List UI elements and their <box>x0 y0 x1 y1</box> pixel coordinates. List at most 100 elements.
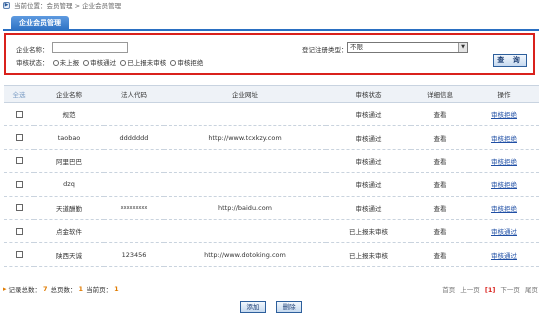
company-name-cell: 规范 <box>34 102 104 127</box>
legal-code-cell <box>104 219 164 244</box>
radio-label-reported-unreviewed: 已上报未审核 <box>127 59 167 67</box>
view-detail-link[interactable]: 查看 <box>411 242 469 267</box>
tab-enterprise-members[interactable]: 企业会员管理 <box>11 16 69 31</box>
query-button[interactable]: 查 询 <box>493 54 527 67</box>
current-page-label: 当前页： <box>86 286 113 294</box>
breadcrumb: ▶ 当前位置：会员管理 > 企业会员管理 <box>0 0 542 10</box>
table-row: 陕西天诚 123456 http://www.dotoking.com 已上报未… <box>4 242 539 267</box>
status-cell: 已上报未审核 <box>326 219 411 244</box>
row-checkbox[interactable] <box>15 110 23 118</box>
column-header-company-name: 企业名称 <box>34 85 104 103</box>
current-page-indicator: [1] <box>484 286 496 294</box>
action-link[interactable]: 审核拒绝 <box>491 135 517 143</box>
action-link[interactable]: 审核拒绝 <box>491 181 517 189</box>
column-header-legal-code: 法人代码 <box>104 85 164 103</box>
website-cell <box>164 172 326 197</box>
table-row: 天道酬勤 xxxxxxxxx http://baidu.com 审核通过 查看 … <box>4 196 539 220</box>
status-cell: 审核通过 <box>326 102 411 127</box>
radio-reported-unreviewed[interactable] <box>120 60 127 66</box>
view-detail-link[interactable]: 查看 <box>411 149 469 174</box>
company-name-cell: 陕西天诚 <box>34 242 104 267</box>
company-name-cell: taobao <box>34 125 104 150</box>
legal-code-cell: 123456 <box>104 242 164 267</box>
arrow-right-icon: ▶ <box>3 1 10 9</box>
view-detail-link[interactable]: 查看 <box>411 219 469 244</box>
row-checkbox[interactable] <box>15 180 23 188</box>
row-checkbox[interactable] <box>15 251 23 259</box>
triangle-right-icon: ▸ <box>3 285 7 293</box>
view-detail-link[interactable]: 查看 <box>411 125 469 150</box>
select-all-header[interactable]: 全选 <box>4 85 34 103</box>
last-page-link[interactable]: 尾页 <box>525 286 538 294</box>
search-panel: 企业名称： 登记注册类型： 不限 ▼ 审核状态： 未上报 审核通过 已上报未审核… <box>4 33 535 75</box>
radio-approved[interactable] <box>83 60 90 66</box>
status-cell: 审核通过 <box>326 172 411 197</box>
status-filter: 审核状态： 未上报 审核通过 已上报未审核 审核拒绝 <box>16 57 203 67</box>
current-page-number: 1 <box>114 285 119 293</box>
total-label: 记录总数： <box>8 286 42 294</box>
chevron-down-icon: ▼ <box>458 43 467 52</box>
tab-bar: 企业会员管理 <box>3 14 539 31</box>
pages-count: 1 <box>78 285 84 293</box>
action-button-bar: 添加 删除 <box>0 301 542 313</box>
delete-button[interactable]: 删除 <box>276 301 303 313</box>
view-detail-link[interactable]: 查看 <box>411 196 469 220</box>
table-row: taobao ddddddd http://www.tcxkzy.com 审核通… <box>4 125 539 150</box>
company-name-cell: 阿里巴巴 <box>34 149 104 174</box>
view-detail-link[interactable]: 查看 <box>411 102 469 127</box>
legal-code-cell: ddddddd <box>104 125 164 150</box>
radio-label-approved: 审核通过 <box>90 59 117 67</box>
legal-code-cell: xxxxxxxxx <box>104 196 164 220</box>
total-count: 7 <box>43 285 48 293</box>
status-cell: 已上报未审核 <box>326 242 411 267</box>
row-checkbox[interactable] <box>15 204 23 212</box>
prev-page-link[interactable]: 上一页 <box>460 286 480 294</box>
website-cell <box>164 149 326 174</box>
first-page-link[interactable]: 首页 <box>442 286 455 294</box>
company-name-cell: 点金软件 <box>34 219 104 244</box>
company-name-cell: 天道酬勤 <box>34 196 104 220</box>
row-checkbox[interactable] <box>15 227 23 235</box>
status-cell: 审核通过 <box>326 196 411 220</box>
next-page-link[interactable]: 下一页 <box>500 286 520 294</box>
pages-label: 总页数： <box>50 286 77 294</box>
radio-label-not-reported: 未上报 <box>59 59 80 67</box>
column-header-action: 操作 <box>469 85 539 103</box>
action-link[interactable]: 审核通过 <box>491 228 517 236</box>
company-name-input[interactable] <box>52 42 128 53</box>
legal-code-cell <box>104 102 164 127</box>
record-summary: ▸ 记录总数： 7 总页数： 1 当前页： 1 <box>3 284 122 294</box>
table-row: dzq 审核通过 查看 审核拒绝 <box>4 172 539 197</box>
company-name-label: 企业名称： <box>16 46 49 54</box>
legal-code-cell <box>104 149 164 174</box>
action-link[interactable]: 审核拒绝 <box>491 158 517 166</box>
row-checkbox[interactable] <box>15 157 23 165</box>
website-cell: http://www.tcxkzy.com <box>164 125 326 150</box>
company-name-cell: dzq <box>34 172 104 197</box>
column-header-detail: 详细信息 <box>411 85 469 103</box>
radio-rejected[interactable] <box>170 60 177 66</box>
registration-type-label: 登记注册类型： <box>302 46 348 54</box>
status-cell: 审核通过 <box>326 125 411 150</box>
breadcrumb-text: 当前位置：会员管理 > 企业会员管理 <box>14 2 122 10</box>
row-checkbox[interactable] <box>15 134 23 142</box>
registration-type-select[interactable]: 不限 ▼ <box>347 42 468 53</box>
pagination: 首页 上一页 [1] 下一页 尾页 <box>439 284 538 294</box>
website-cell <box>164 219 326 244</box>
status-label: 审核状态： <box>16 59 49 67</box>
member-table: 全选 企业名称 法人代码 企业网址 审核状态 详细信息 操作 规范 审核通过 查… <box>4 85 539 267</box>
radio-not-reported[interactable] <box>52 60 59 66</box>
website-cell: http://www.dotoking.com <box>164 242 326 267</box>
action-link[interactable]: 审核拒绝 <box>491 205 517 213</box>
column-header-status: 审核状态 <box>326 85 411 103</box>
add-button[interactable]: 添加 <box>239 301 266 313</box>
registration-type-value: 不限 <box>350 43 363 51</box>
website-cell <box>164 102 326 127</box>
website-cell: http://baidu.com <box>164 196 326 220</box>
action-link[interactable]: 审核拒绝 <box>491 111 517 119</box>
column-header-website: 企业网址 <box>164 85 326 103</box>
legal-code-cell <box>104 172 164 197</box>
action-link[interactable]: 审核通过 <box>491 252 517 260</box>
table-row: 规范 审核通过 查看 审核拒绝 <box>4 102 539 127</box>
view-detail-link[interactable]: 查看 <box>411 172 469 197</box>
